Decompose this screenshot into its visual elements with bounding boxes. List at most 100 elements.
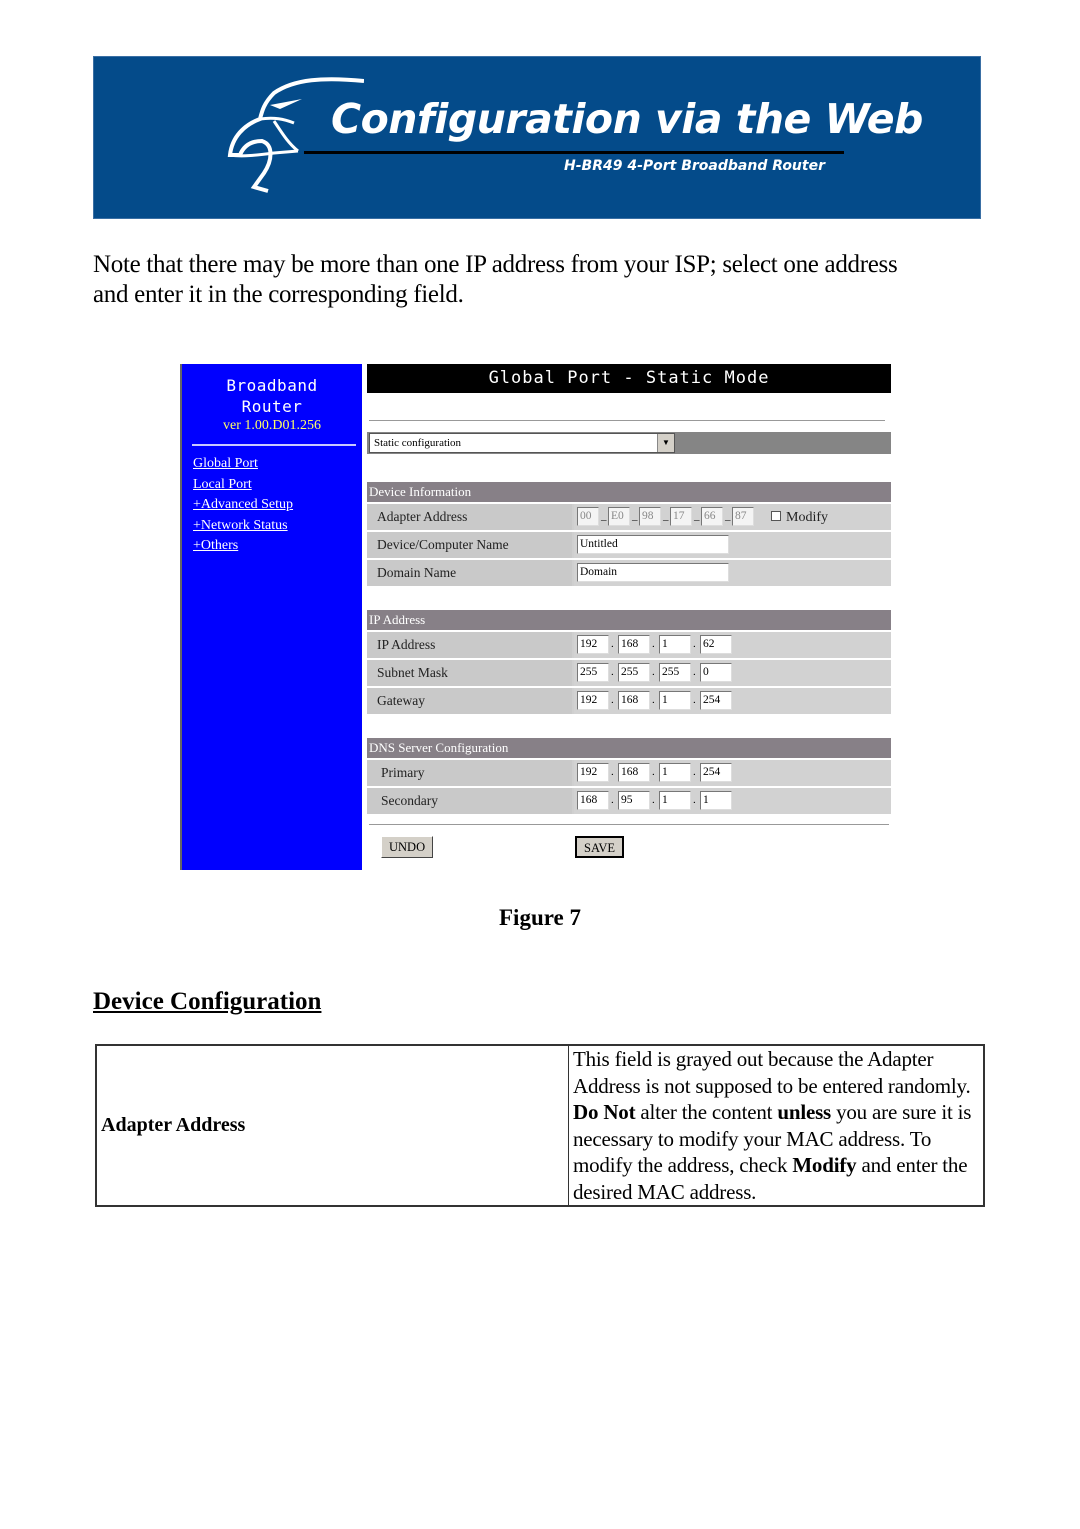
mac-separator: _: [725, 510, 731, 522]
dns-primary-octet-4[interactable]: 254: [700, 763, 732, 782]
section-header: Device Information: [367, 482, 891, 502]
ip-address-section: IP Address IP Address 192 . 168 . 1 . 62…: [367, 610, 891, 714]
gateway-octet-3[interactable]: 1: [659, 691, 691, 710]
definition-bold: Modify: [792, 1153, 857, 1177]
sidebar-link-local-port[interactable]: Local Port: [182, 475, 362, 496]
ip-address-row: IP Address 192 . 168 . 1 . 62: [367, 632, 891, 658]
dot-separator: .: [611, 638, 614, 650]
title-divider: [369, 420, 885, 421]
router-sidebar: Broadband Router ver 1.00.D01.256 Global…: [180, 364, 362, 870]
figure-caption: Figure 7: [0, 905, 1080, 931]
mac-octet-2: E0: [608, 507, 630, 526]
dot-separator: .: [652, 794, 655, 806]
figure-caption-text: Figure 7: [499, 905, 581, 930]
row-label: Primary: [381, 765, 425, 780]
banner-title: Configuration via the Web: [331, 95, 923, 143]
device-information-section: Device Information Adapter Address 00 _ …: [367, 482, 891, 586]
firmware-version: ver 1.00.D01.256: [223, 418, 321, 433]
mac-separator: _: [601, 510, 607, 522]
dns-secondary-octet-4[interactable]: 1: [700, 791, 732, 810]
dns-secondary-octet-3[interactable]: 1: [659, 791, 691, 810]
dot-separator: .: [611, 694, 614, 706]
dns-primary-octet-2[interactable]: 168: [618, 763, 650, 782]
section-heading: Device Configuration: [93, 988, 322, 1015]
banner-subtitle: H-BR49 4-Port Broadband Router: [564, 158, 825, 174]
ip-octet-3[interactable]: 1: [659, 635, 691, 654]
mac-octet-5: 66: [701, 507, 723, 526]
chevron-down-icon[interactable]: ▼: [657, 434, 674, 452]
page-title: Global Port - Static Mode: [367, 364, 891, 393]
sidebar-link-global-port[interactable]: Global Port: [182, 454, 362, 475]
header-banner: Configuration via the Web H-BR49 4-Port …: [93, 56, 981, 219]
gateway-octet-4[interactable]: 254: [700, 691, 732, 710]
device-name-row: Device/Computer Name Untitled: [367, 532, 891, 558]
save-button[interactable]: SAVE: [575, 836, 625, 858]
definition-bold: Do Not: [573, 1100, 636, 1124]
table-row: Adapter Address This field is grayed out…: [95, 1044, 985, 1207]
subnet-octet-3[interactable]: 255: [659, 663, 691, 682]
sidebar-link-others[interactable]: +Others: [182, 536, 362, 557]
brand-line-2: Router: [241, 397, 303, 416]
subnet-octet-1[interactable]: 255: [577, 663, 609, 682]
mode-select[interactable]: Static configuration ▼: [369, 433, 675, 453]
dns-primary-row: Primary 192 . 168 . 1 . 254: [367, 760, 891, 786]
definition-bold: unless: [777, 1100, 832, 1124]
ip-octet-2[interactable]: 168: [618, 635, 650, 654]
ip-octet-4[interactable]: 62: [700, 635, 732, 654]
row-label: Secondary: [381, 793, 438, 808]
dot-separator: .: [693, 638, 696, 650]
dot-separator: .: [693, 694, 696, 706]
row-label: Domain Name: [377, 565, 457, 580]
intro-paragraph: Note that there may be more than one IP …: [93, 251, 898, 308]
mode-select-row: Static configuration ▼: [367, 432, 891, 454]
definition-text: alter the content: [635, 1100, 778, 1124]
domain-name-row: Domain Name Domain: [367, 560, 891, 586]
mac-separator: _: [694, 510, 700, 522]
sidebar-link-network-status[interactable]: +Network Status: [182, 516, 362, 537]
subnet-mask-row: Subnet Mask 255 . 255 . 255 . 0: [367, 660, 891, 686]
mac-octet-1: 00: [577, 507, 599, 526]
ip-octet-1[interactable]: 192: [577, 635, 609, 654]
description-table: Adapter Address This field is grayed out…: [95, 1044, 985, 1207]
gateway-octet-2[interactable]: 168: [618, 691, 650, 710]
dot-separator: .: [693, 794, 696, 806]
subnet-octet-2[interactable]: 255: [618, 663, 650, 682]
banner-rule: [304, 151, 844, 154]
buttons-divider: [369, 824, 889, 825]
section-header: IP Address: [367, 610, 891, 630]
dot-separator: .: [652, 694, 655, 706]
mac-separator: _: [663, 510, 669, 522]
term-cell: Adapter Address: [95, 1044, 569, 1207]
adapter-address-row: Adapter Address 00 _ E0 _ 98 _ 17 _ 66 _…: [367, 504, 891, 530]
modify-label[interactable]: Modify: [786, 504, 828, 532]
row-label: Gateway: [377, 693, 425, 708]
dot-separator: .: [611, 666, 614, 678]
gateway-octet-1[interactable]: 192: [577, 691, 609, 710]
section-header: DNS Server Configuration: [367, 738, 891, 758]
brand-line-1: Broadband: [226, 376, 318, 395]
router-main-panel: Global Port - Static Mode Static configu…: [367, 364, 891, 870]
sidebar-link-advanced-setup[interactable]: +Advanced Setup: [182, 495, 362, 516]
gateway-row: Gateway 192 . 168 . 1 . 254: [367, 688, 891, 714]
modify-checkbox[interactable]: [771, 511, 781, 521]
dot-separator: .: [652, 766, 655, 778]
mac-separator: _: [632, 510, 638, 522]
dns-primary-octet-1[interactable]: 192: [577, 763, 609, 782]
dot-separator: .: [652, 666, 655, 678]
dns-primary-octet-3[interactable]: 1: [659, 763, 691, 782]
row-label: Device/Computer Name: [377, 537, 509, 552]
dot-separator: .: [652, 638, 655, 650]
dns-section: DNS Server Configuration Primary 192 . 1…: [367, 738, 891, 814]
dns-secondary-octet-2[interactable]: 95: [618, 791, 650, 810]
device-name-input[interactable]: Untitled: [577, 535, 729, 554]
mac-octet-6: 87: [732, 507, 754, 526]
mac-octet-4: 17: [670, 507, 692, 526]
dot-separator: .: [693, 666, 696, 678]
domain-name-input[interactable]: Domain: [577, 563, 729, 582]
dns-secondary-octet-1[interactable]: 168: [577, 791, 609, 810]
row-label: Subnet Mask: [377, 665, 448, 680]
subnet-octet-4[interactable]: 0: [700, 663, 732, 682]
undo-button[interactable]: UNDO: [381, 836, 434, 858]
mode-select-value: Static configuration: [374, 437, 462, 449]
dot-separator: .: [611, 794, 614, 806]
